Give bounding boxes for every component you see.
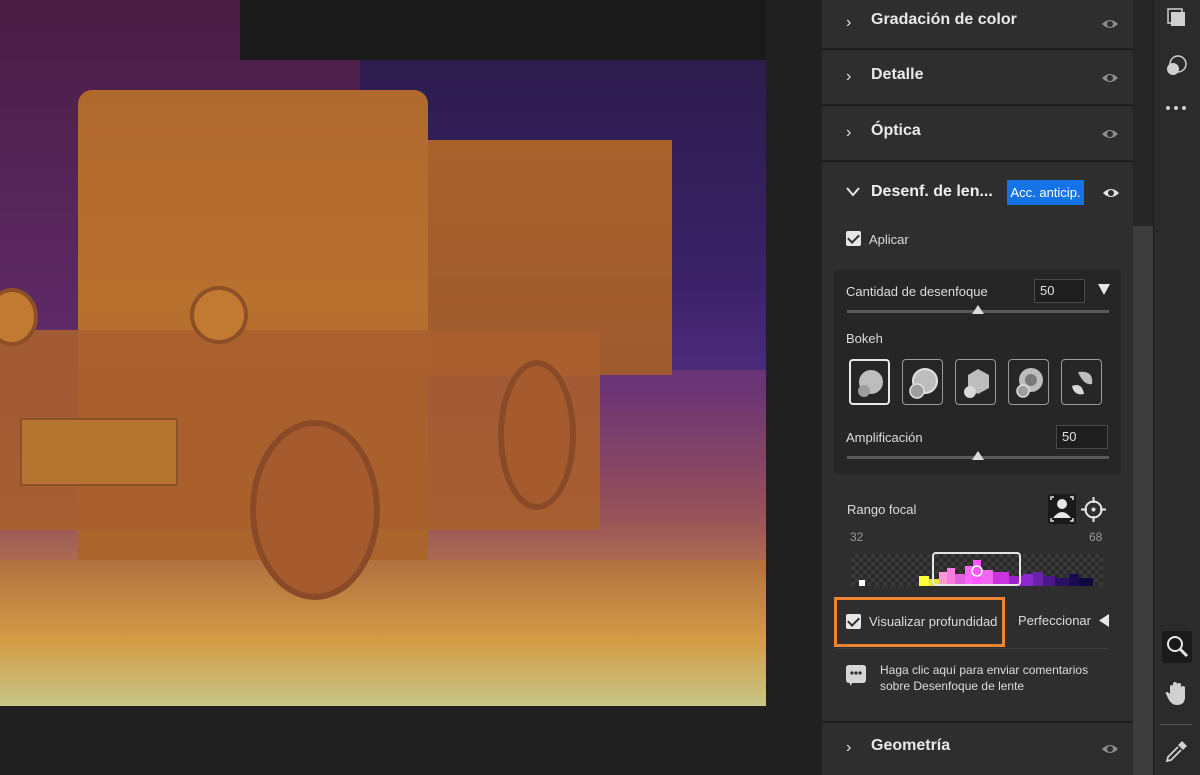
eye-icon[interactable] <box>1101 126 1119 142</box>
image-dark-top <box>240 0 766 60</box>
bokeh-blade-icon <box>964 369 989 398</box>
edit-panel: › Gradación de color › Detalle › Óptica … <box>822 0 1133 775</box>
bokeh-label: Bokeh <box>846 331 883 346</box>
boost-input[interactable]: 50 <box>1056 425 1108 449</box>
image-license-plate <box>20 418 178 486</box>
bokeh-bubble-button[interactable] <box>902 359 943 405</box>
comment-icon[interactable] <box>846 665 866 686</box>
section-detail[interactable]: › Detalle <box>822 52 1133 106</box>
divider <box>836 648 1109 649</box>
blur-amount-slider-thumb[interactable] <box>972 305 984 314</box>
blur-amount-input[interactable]: 50 <box>1034 279 1085 303</box>
feedback-text-line2[interactable]: sobre Desenfoque de lente <box>880 679 1024 693</box>
bokeh-ring-icon <box>1016 368 1043 398</box>
section-geometry[interactable]: › Geometría <box>822 721 1133 775</box>
eye-icon[interactable] <box>1101 741 1119 757</box>
boost-slider-thumb[interactable] <box>972 451 984 460</box>
hand-icon[interactable] <box>1162 680 1190 708</box>
focal-min-value: 32 <box>850 530 864 544</box>
section-title: Óptica <box>871 122 921 139</box>
focal-range-selector[interactable] <box>932 552 1021 586</box>
eyedropper-icon[interactable] <box>1162 738 1190 766</box>
target-icon[interactable] <box>1081 497 1106 522</box>
image-ground <box>0 560 766 706</box>
apply-checkbox[interactable] <box>846 231 861 246</box>
section-color-grading[interactable]: › Gradación de color <box>822 0 1133 50</box>
section-optics[interactable]: › Óptica <box>822 108 1133 162</box>
image-wheel <box>498 360 576 510</box>
eye-icon[interactable] <box>1101 16 1119 32</box>
triangle-left-icon[interactable] <box>1099 614 1109 627</box>
bokeh-cat-eye-icon <box>1072 371 1093 395</box>
bokeh-circle-icon <box>858 370 883 397</box>
image-headlamp <box>190 286 248 344</box>
chevron-right-icon[interactable]: › <box>846 739 860 759</box>
bokeh-blade-button[interactable] <box>955 359 996 405</box>
person-icon <box>1050 496 1074 522</box>
triangle-down-icon[interactable] <box>1098 284 1110 295</box>
bokeh-bubble-icon <box>909 368 938 399</box>
refine-label[interactable]: Perfeccionar <box>1018 613 1091 628</box>
canvas-area[interactable] <box>0 0 822 775</box>
blur-amount-label: Cantidad de desenfoque <box>846 284 988 299</box>
chevron-right-icon[interactable]: › <box>846 68 860 88</box>
section-title: Detalle <box>871 66 924 83</box>
apply-label: Aplicar <box>869 232 909 247</box>
chevron-right-icon[interactable]: › <box>846 124 860 144</box>
focal-max-value: 68 <box>1089 530 1103 544</box>
chevron-right-icon[interactable]: › <box>846 14 860 34</box>
lens-blur-title: Desenf. de len... <box>871 183 993 200</box>
section-title: Gradación de color <box>871 11 1017 28</box>
chevron-down-icon[interactable] <box>846 187 860 197</box>
zoom-icon[interactable] <box>1162 631 1192 663</box>
blur-settings-group: Cantidad de desenfoque 50 Bokeh Amplific… <box>834 270 1121 474</box>
visualize-depth-checkbox[interactable] <box>846 614 861 629</box>
section-title: Geometría <box>871 737 951 754</box>
depth-visualization-image[interactable] <box>0 0 766 706</box>
visualize-depth-label: Visualizar profundidad <box>869 614 998 629</box>
bokeh-ring-button[interactable] <box>1008 359 1049 405</box>
subject-focus-button[interactable] <box>1048 494 1076 524</box>
speech-bubble-icon <box>846 665 866 686</box>
toolstrip-divider <box>1160 724 1192 725</box>
boost-label: Amplificación <box>846 430 923 445</box>
bokeh-circle-button[interactable] <box>849 359 890 405</box>
image-wheel <box>250 420 380 600</box>
mask-icon[interactable] <box>1162 52 1190 80</box>
feedback-text-line1[interactable]: Haga clic aquí para enviar comentarios <box>880 663 1088 677</box>
eye-icon[interactable] <box>1102 185 1120 201</box>
app-window: › Gradación de color › Detalle › Óptica … <box>0 0 1200 775</box>
layers-icon[interactable] <box>1162 4 1190 32</box>
panel-scrollbar-thumb[interactable] <box>1133 226 1153 775</box>
early-access-badge: Acc. anticip. <box>1007 180 1084 205</box>
focal-range-label: Rango focal <box>847 502 917 517</box>
eye-icon[interactable] <box>1101 70 1119 86</box>
bokeh-cat-eye-button[interactable] <box>1061 359 1102 405</box>
more-icon[interactable] <box>1162 94 1190 122</box>
